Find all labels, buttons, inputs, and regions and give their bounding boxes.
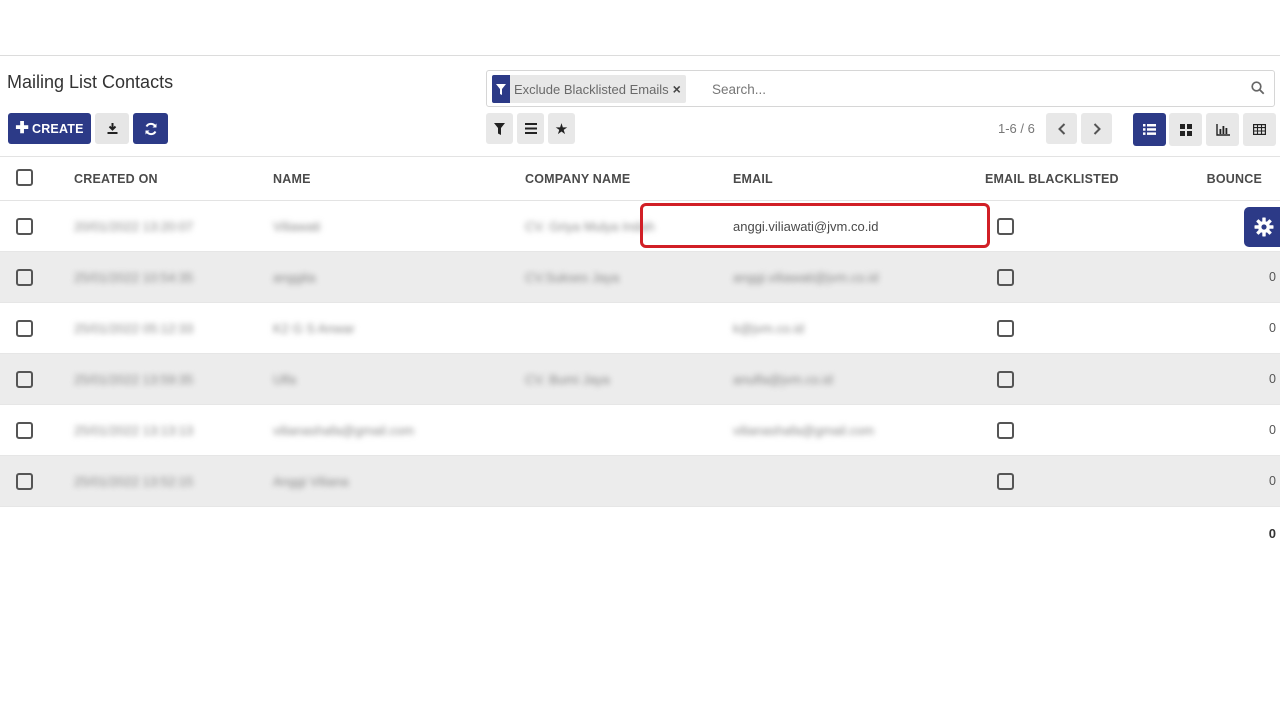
search-bar: Exclude Blacklisted Emails × [486,70,1275,107]
chevron-right-icon [1093,122,1101,135]
settings-tab[interactable] [1244,207,1280,247]
graph-view-button[interactable] [1206,113,1239,146]
close-icon[interactable]: × [673,75,686,103]
column-header-bounce[interactable]: BOUNCE [1207,172,1262,186]
name-cell: K2 G S Anwar [273,321,355,336]
name-cell: Ulfa [273,372,297,387]
search-icon[interactable] [1251,81,1265,95]
name-cell: vilianashafa@gmail.com [273,423,415,438]
select-all-checkbox[interactable] [16,169,33,186]
search-facet[interactable]: Exclude Blacklisted Emails × [492,75,686,103]
refresh-icon [145,122,156,135]
name-cell: anggita [273,270,316,285]
table-row[interactable]: 25/01/2022 13:52:15 Anggi Viliana 0 [0,456,1280,507]
blacklisted-checkbox[interactable] [997,473,1014,490]
blacklisted-checkbox[interactable] [997,320,1014,337]
bounce-cell: 0 [1269,270,1276,284]
row-checkbox[interactable] [16,269,33,286]
row-checkbox[interactable] [16,320,33,337]
pivot-view-button[interactable] [1243,113,1276,146]
filters-button[interactable] [486,113,513,144]
pager-previous-button[interactable] [1046,113,1077,144]
bounce-cell: 0 [1269,372,1276,386]
search-input[interactable] [712,79,1232,99]
company-cell: CV. Griya Mulya Indah [525,219,655,234]
pager-next-button[interactable] [1081,113,1112,144]
kanban-view-button[interactable] [1169,113,1202,146]
name-cell: Viliawati [273,219,321,234]
download-button[interactable] [95,113,129,144]
table-row[interactable]: 25/01/2022 10:54:35 anggita CV.Sukses Ja… [0,252,1280,303]
refresh-button[interactable] [133,113,168,144]
created-on-cell: 25/01/2022 13:59:35 [74,372,194,387]
created-on-cell: 20/01/2022 13:20:07 [74,219,194,234]
table-header: CREATED ON NAME COMPANY NAME EMAIL EMAIL… [0,156,1280,201]
gear-icon [1254,217,1274,237]
bounce-cell: 0 [1269,321,1276,335]
email-cell: vilianashafa@gmail.com [733,423,875,438]
bounce-cell: 0 [1269,423,1276,437]
create-button[interactable]: ✚ CREATE [8,113,91,144]
main-app: Mailing List Contacts ✚ CREATE Exclude B… [0,55,1280,667]
list-icon [524,123,537,134]
pager-value[interactable]: 1-6 / 6 [998,121,1035,136]
download-icon [107,123,117,134]
row-checkbox[interactable] [16,422,33,439]
email-highlight-box [640,203,990,248]
blacklisted-checkbox[interactable] [997,269,1014,286]
name-cell: Anggi Viliana [273,474,349,489]
plus-icon: ✚ [15,119,29,137]
created-on-cell: 25/01/2022 10:54:35 [74,270,194,285]
email-cell: anulfa@jvm.co.id [733,372,833,387]
blacklisted-checkbox[interactable] [997,422,1014,439]
list-view-icon [1143,124,1156,135]
table-row[interactable]: 25/01/2022 05:12:33 K2 G S Anwar k@jvm.c… [0,303,1280,354]
create-button-label: CREATE [31,121,84,136]
list-view-button[interactable] [1133,113,1166,146]
graph-view-icon [1215,123,1230,136]
facet-label: Exclude Blacklisted Emails [514,81,669,97]
table-row[interactable]: 25/01/2022 13:59:35 Ulfa CV. Bumi Jaya a… [0,354,1280,405]
email-cell: anggi.viliawati@jvm.co.id [733,270,879,285]
column-header-company[interactable]: COMPANY NAME [525,172,630,186]
pivot-view-icon [1253,124,1266,135]
email-cell: k@jvm.co.id [733,321,804,336]
star-icon: ★ [554,120,569,138]
row-checkbox[interactable] [16,371,33,388]
group-by-button[interactable] [517,113,544,144]
kanban-view-icon [1179,123,1192,136]
filter-icon [492,75,510,103]
created-on-cell: 25/01/2022 13:13:13 [74,423,194,438]
blacklisted-checkbox[interactable] [997,218,1014,235]
filter-icon [494,122,505,135]
created-on-cell: 25/01/2022 05:12:33 [74,321,194,336]
bounce-cell: 0 [1269,474,1276,488]
column-header-created-on[interactable]: CREATED ON [74,172,158,186]
column-header-name[interactable]: NAME [273,172,311,186]
company-cell: CV. Bumi Jaya [525,372,610,387]
row-checkbox[interactable] [16,473,33,490]
page-title: Mailing List Contacts [7,72,174,92]
row-checkbox[interactable] [16,218,33,235]
column-header-email-blacklisted[interactable]: EMAIL BLACKLISTED [985,172,1119,186]
bottom-area [0,667,1280,720]
created-on-cell: 25/01/2022 13:52:15 [74,474,194,489]
blacklisted-checkbox[interactable] [997,371,1014,388]
column-header-email[interactable]: EMAIL [733,172,773,186]
favorites-button[interactable]: ★ [548,113,575,144]
company-cell: CV.Sukses Jaya [525,270,620,285]
chevron-left-icon [1057,122,1065,135]
table-row[interactable]: 25/01/2022 13:13:13 vilianashafa@gmail.c… [0,405,1280,456]
bounce-total: 0 [1268,526,1276,541]
